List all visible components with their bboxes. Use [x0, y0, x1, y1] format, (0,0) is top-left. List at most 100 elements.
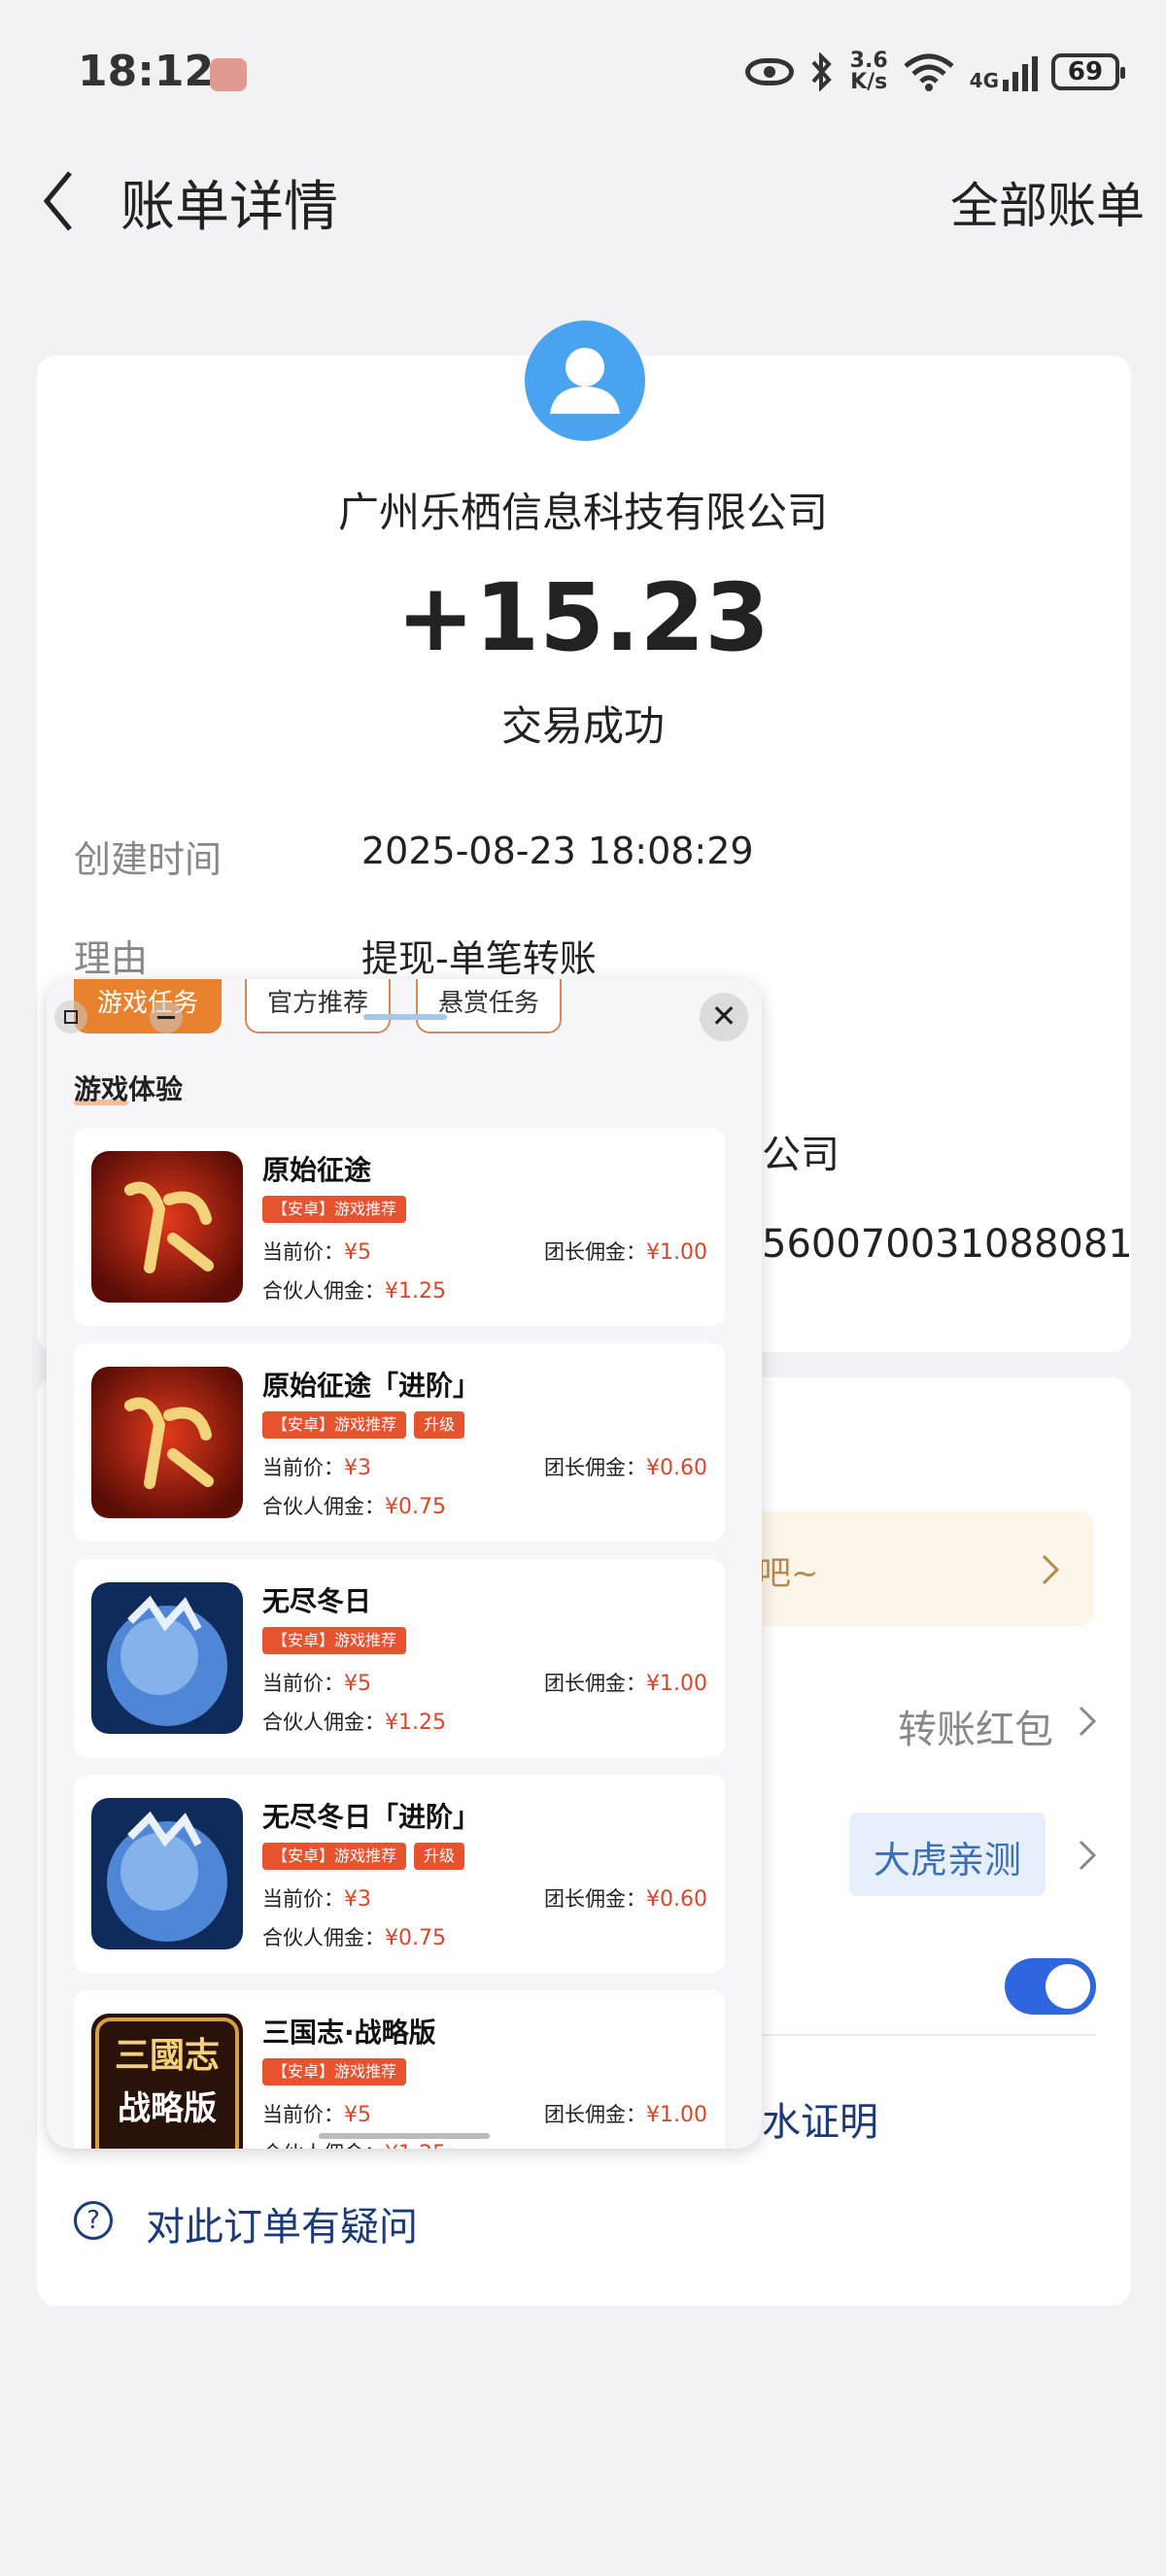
toggle-knob — [1046, 1964, 1090, 2009]
leader-commission-value: ¥1.00 — [646, 1240, 707, 1265]
leader-commission: 团长佣金：¥0.60 — [544, 1883, 707, 1913]
minimize-icon[interactable] — [150, 1000, 183, 1034]
reason-label: 理由 — [74, 937, 149, 980]
game-tag: 【安卓】游戏推荐 — [262, 1627, 407, 1654]
game-tags: 【安卓】游戏推荐 — [262, 1196, 407, 1223]
game-card[interactable]: 三國志战略版三国志·战略版【安卓】游戏推荐当前价：¥5 团长佣金：¥1.00 合伙人… — [74, 1990, 725, 2149]
game-icon — [91, 1367, 243, 1518]
panel-scroll-indicator — [319, 2133, 490, 2139]
all-bills-link[interactable]: 全部账单 — [950, 167, 1145, 237]
order-question-link[interactable]: 对此订单有疑问 — [146, 2195, 418, 2252]
leader-commission: 团长佣金：¥1.00 — [544, 1668, 707, 1697]
current-price: 当前价：¥5 — [262, 1668, 371, 1697]
signal-icon — [1003, 52, 1038, 91]
current-price-label: 当前价： — [262, 1887, 344, 1911]
payer-name: 广州乐栖信息科技有限公司 — [337, 489, 828, 536]
leader-commission-value: ¥1.00 — [646, 1672, 707, 1696]
partner-commission-label: 合伙人佣金： — [262, 1926, 385, 1949]
chevron-right-icon — [1042, 1554, 1060, 1585]
tab-game-tasks[interactable]: 游戏任务 — [74, 979, 222, 1034]
drag-handle[interactable] — [363, 1014, 447, 1020]
current-price-label: 当前价： — [262, 1240, 344, 1264]
game-tag: 【安卓】游戏推荐 — [262, 1843, 407, 1870]
current-price-label: 当前价： — [262, 1456, 344, 1479]
current-price: 当前价：¥5 — [262, 2099, 371, 2128]
game-winter-icon — [91, 1798, 243, 1949]
game-tag: 升级 — [414, 1843, 465, 1870]
question-icon: ? — [74, 2201, 113, 2240]
current-price: 当前价：¥3 — [262, 1883, 371, 1913]
transaction-status: 交易成功 — [500, 702, 665, 750]
game-icon-text-bottom: 战略版 — [118, 2089, 217, 2128]
counterparty-value: 公司 — [762, 1133, 840, 1177]
reason-value: 提现-单笔转账 — [361, 937, 597, 980]
partner-commission-value: ¥0.75 — [385, 1495, 446, 1519]
leader-commission: 团长佣金：¥0.60 — [544, 1452, 707, 1481]
game-icon: 三國志 战略版 — [91, 2014, 243, 2149]
maximize-icon[interactable] — [54, 1000, 87, 1034]
game-tag: 【安卓】游戏推荐 — [262, 1411, 407, 1439]
game-card[interactable]: 无尽冬日 【安卓】游戏推荐 当前价：¥5 团长佣金：¥1.00 合伙人佣金：¥1.25 — [74, 1559, 725, 1757]
current-price-value: ¥3 — [344, 1456, 371, 1480]
partner-commission-label: 合伙人佣金： — [262, 1495, 385, 1518]
game-zhengtu-icon — [91, 1151, 243, 1303]
leader-commission-label: 团长佣金： — [544, 1456, 646, 1479]
partner-commission: 合伙人佣金：¥0.75 — [262, 1491, 446, 1520]
game-icon — [91, 1151, 243, 1303]
status-time: 18:12 — [78, 47, 215, 96]
leader-commission-value: ¥1.00 — [646, 2103, 707, 2127]
notification-app-icon — [210, 58, 247, 91]
created-time-value: 2025-08-23 18:08:29 — [361, 830, 754, 872]
partner-commission-value: ¥0.75 — [385, 1926, 446, 1950]
game-tag: 【安卓】游戏推荐 — [262, 1196, 407, 1223]
statement-proof-link[interactable]: 水证明 — [762, 2090, 878, 2147]
leader-commission: 团长佣金：¥1.00 — [544, 1237, 707, 1266]
game-tags: 【安卓】游戏推荐 — [262, 1627, 407, 1654]
leader-commission-value: ¥0.60 — [646, 1456, 707, 1480]
net-speed: 3.6 K/s — [849, 49, 888, 94]
tab-bounty-tasks[interactable]: 悬赏任务 — [416, 979, 562, 1034]
current-price: 当前价：¥3 — [262, 1452, 371, 1481]
wifi-icon — [904, 53, 954, 91]
partner-commission: 合伙人佣金：¥0.75 — [262, 1922, 446, 1951]
tab-official-recommend[interactable]: 官方推荐 — [245, 979, 391, 1034]
chevron-right-icon — [1079, 1706, 1097, 1737]
current-price-value: ¥5 — [344, 1672, 371, 1696]
leader-commission: 团长佣金：¥1.00 — [544, 2099, 707, 2128]
game-zhengtu-icon — [91, 1367, 243, 1518]
leader-commission-label: 团长佣金： — [544, 1887, 646, 1911]
leader-commission-label: 团长佣金： — [544, 1240, 646, 1264]
transfer-red-packet-link[interactable]: 转账红包 — [898, 1698, 1053, 1754]
close-button[interactable]: ✕ — [700, 993, 748, 1041]
current-price-label: 当前价： — [262, 2103, 344, 2126]
divider — [744, 2034, 1096, 2036]
game-tags: 【安卓】游戏推荐 — [262, 2058, 407, 2085]
partner-commission: 合伙人佣金：¥1.25 — [262, 1707, 446, 1736]
chevron-right-icon — [1079, 1840, 1097, 1871]
game-name: 原始征途「进阶」 — [262, 1370, 481, 1402]
game-name: 原始征途 — [262, 1154, 372, 1186]
current-price-label: 当前价： — [262, 1672, 344, 1695]
current-price-value: ¥3 — [344, 1887, 371, 1912]
notice-text: 吧~ — [758, 1554, 819, 1593]
game-tags: 【安卓】游戏推荐 升级 — [262, 1411, 465, 1439]
partner-commission: 合伙人佣金：¥1.25 — [262, 1275, 446, 1305]
game-icon — [91, 1582, 243, 1734]
game-tag: 升级 — [414, 1411, 465, 1439]
created-time-label: 创建时间 — [74, 838, 223, 881]
leader-commission-value: ¥0.60 — [646, 1887, 707, 1912]
game-name: 三国志·战略版 — [262, 2017, 436, 2049]
back-arrow-icon[interactable] — [39, 167, 78, 235]
partner-commission-label: 合伙人佣金： — [262, 1279, 385, 1303]
game-card[interactable]: 原始征途【安卓】游戏推荐 当前价：¥5 团长佣金：¥1.00 合伙人佣金：¥1.25 — [74, 1128, 725, 1326]
game-card[interactable]: 无尽冬日「进阶」【安卓】游戏推荐 升级当前价：¥3 团长佣金：¥0.60 合伙人佣金：… — [74, 1775, 725, 1973]
remark-tag-label: 大虎亲测 — [873, 1839, 1021, 1881]
user-icon — [550, 348, 620, 414]
partner-commission-label: 合伙人佣金： — [262, 2142, 385, 2149]
partner-commission-label: 合伙人佣金： — [262, 1711, 385, 1734]
game-name: 无尽冬日「进阶」 — [262, 1801, 481, 1833]
order-number-value: 560070031088081 — [762, 1222, 1133, 1267]
current-price: 当前价：¥5 — [262, 1237, 371, 1266]
game-card[interactable]: 原始征途「进阶」 【安卓】游戏推荐 升级 当前价：¥3 团长佣金：¥0.60 合伙人佣金：… — [74, 1343, 725, 1542]
avatar — [525, 321, 645, 441]
